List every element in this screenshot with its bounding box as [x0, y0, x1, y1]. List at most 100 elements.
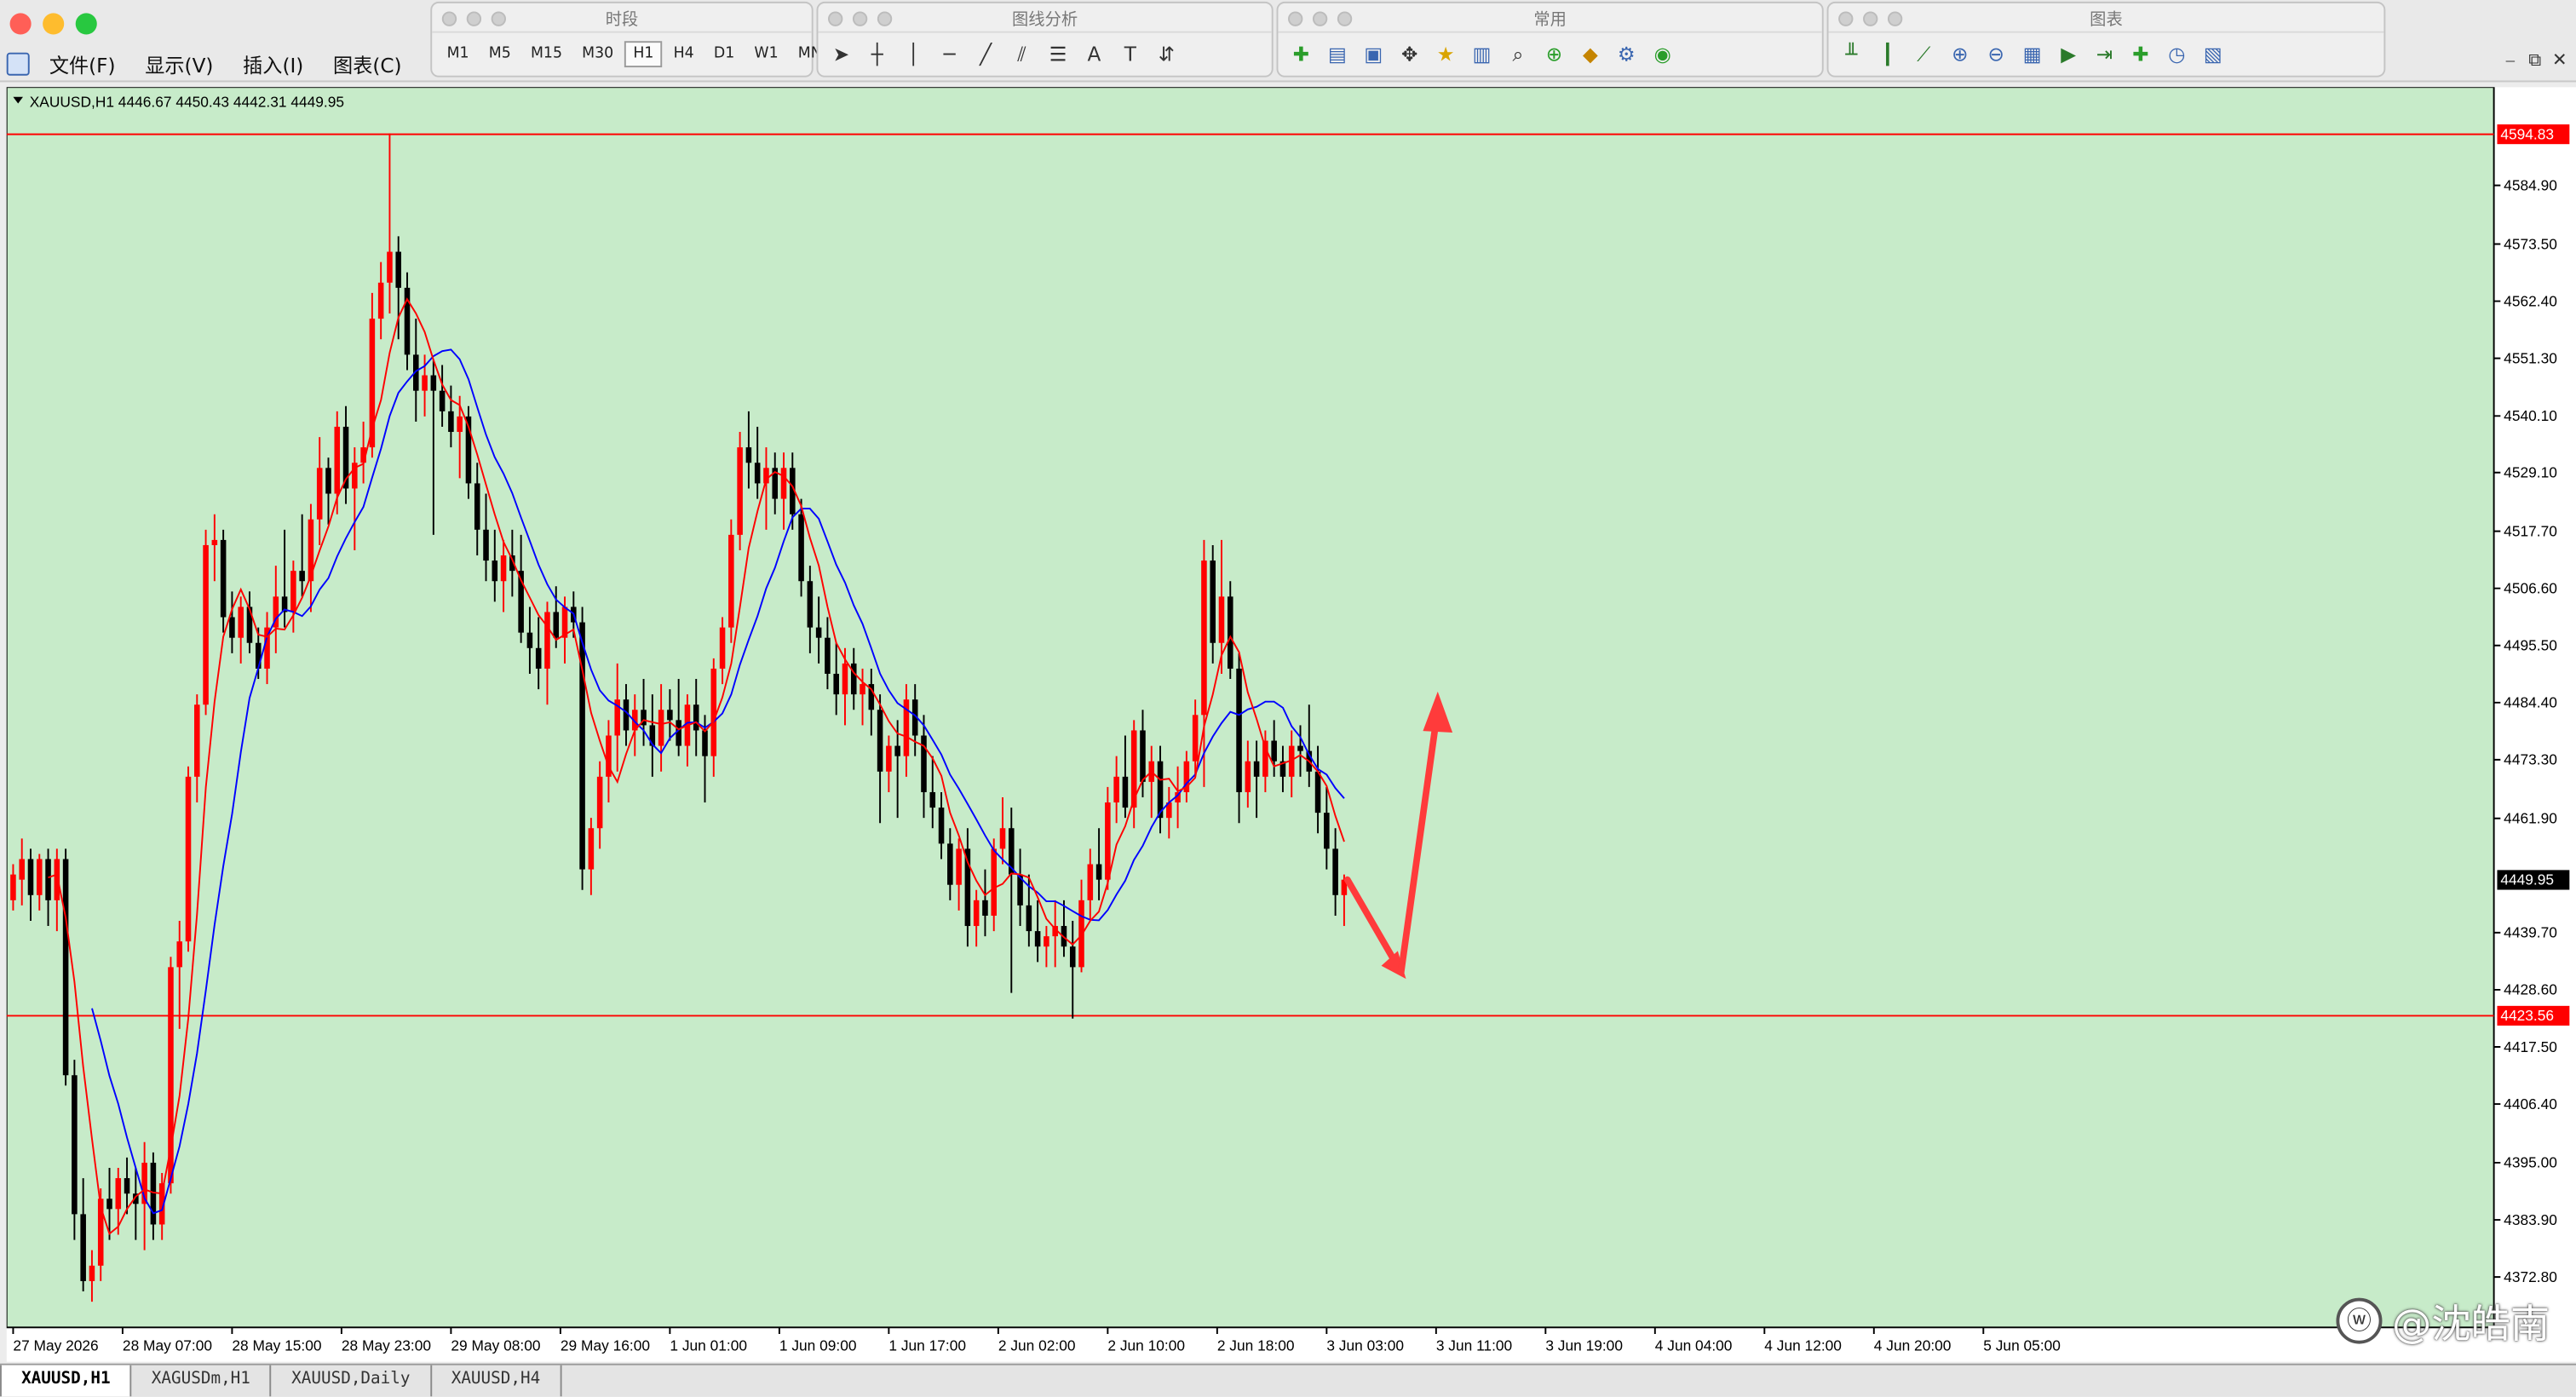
mdi-restore-button[interactable]: ⧉ [2525, 49, 2544, 72]
market-icon[interactable]: ◉ [1646, 37, 1679, 71]
y-tick-label: 4506.60 [2504, 579, 2557, 596]
trendline-icon[interactable]: ╱ [969, 37, 1003, 71]
candle-body [860, 684, 865, 695]
mdi-minimize-button[interactable]: ⎯ [2500, 49, 2520, 72]
text-label-icon[interactable]: T [1114, 37, 1147, 71]
y-tick-label: 4584.90 [2504, 176, 2557, 193]
x-tick-label: 4 Jun 20:00 [1874, 1337, 1952, 1354]
line-chart-icon[interactable]: ⟋ [1907, 37, 1941, 71]
timeframe-m5[interactable]: M5 [480, 41, 519, 67]
y-tick-label: 4428.60 [2504, 981, 2557, 998]
timeframe-m1[interactable]: M1 [439, 41, 477, 67]
minimize-window-dot[interactable] [43, 13, 65, 35]
candle-body [474, 483, 480, 530]
tester-icon[interactable]: ⌕ [1502, 37, 1535, 71]
candle-body [1095, 864, 1102, 880]
horizontal-line-icon[interactable]: ─ [933, 37, 966, 71]
menu-file[interactable]: 文件(F) [35, 50, 130, 78]
menu-insert[interactable]: 插入(I) [228, 50, 319, 78]
x-tick-label: 3 Jun 11:00 [1436, 1337, 1512, 1354]
market-watch-icon[interactable]: ▣ [1357, 37, 1390, 71]
candle-body [72, 1075, 78, 1215]
chart-tab[interactable]: XAGUSDm,H1 [132, 1365, 273, 1397]
tile-windows-icon[interactable]: ▦ [2015, 37, 2049, 71]
favorites-icon[interactable]: ★ [1429, 37, 1463, 71]
zoom-out-icon[interactable]: ⊖ [1980, 37, 2013, 71]
terminal-icon[interactable]: ▥ [1465, 37, 1498, 71]
menu-view[interactable]: 显示(V) [130, 50, 228, 78]
candle-body [780, 468, 787, 499]
crosshair-icon[interactable]: ┼ [861, 37, 894, 71]
candle-body [422, 375, 428, 391]
price-chart[interactable]: XAUUSD,H1 4446.67 4450.43 4442.31 4449.9… [6, 87, 2576, 1362]
timeframe-m15[interactable]: M15 [522, 41, 570, 67]
candle-body [833, 673, 839, 695]
chart-shift-icon[interactable]: ⇥ [2088, 37, 2121, 71]
indicators-icon[interactable]: ✚ [2125, 37, 2158, 71]
close-window-dot[interactable] [9, 13, 32, 35]
timeframe-d1[interactable]: D1 [705, 41, 743, 67]
periods-icon[interactable]: ◷ [2160, 37, 2194, 71]
candle-body [1227, 596, 1233, 669]
candle-body [973, 900, 980, 927]
candle-body [1192, 715, 1199, 762]
autoscroll-icon[interactable]: ▶ [2052, 37, 2085, 71]
candle-body [299, 571, 305, 582]
cursor-icon[interactable]: ➤ [825, 37, 858, 71]
toolbar-title: 图表 [2090, 11, 2123, 30]
candle-body [124, 1178, 130, 1194]
candle-body [255, 642, 262, 669]
candle-body [1122, 776, 1129, 808]
x-tick-label: 2 Jun 02:00 [998, 1337, 1076, 1354]
candle-body [1253, 761, 1260, 777]
candle-body [1044, 936, 1049, 947]
candle-body [89, 1265, 95, 1281]
navigator-icon[interactable]: ✥ [1393, 37, 1426, 71]
autotrading-icon[interactable]: ⚙ [1610, 37, 1643, 71]
candle-body [483, 529, 489, 561]
chart-tab[interactable]: XAUUSD,Daily [272, 1365, 432, 1397]
price-level-label: 4423.56 [2500, 1007, 2554, 1024]
candle-body [500, 555, 507, 582]
candle-body [754, 463, 761, 484]
zoom-in-icon[interactable]: ⊕ [1944, 37, 1977, 71]
candle-body [1271, 740, 1277, 762]
candle-body [1113, 776, 1119, 803]
text-icon[interactable]: A [1078, 37, 1111, 71]
candle-body [377, 282, 384, 319]
chart-tab[interactable]: XAUUSD,H1 [0, 1365, 132, 1397]
arrows-icon[interactable]: ⇵ [1150, 37, 1183, 71]
y-tick-label: 4406.40 [2504, 1095, 2557, 1112]
fibonacci-icon[interactable]: ☰ [1042, 37, 1075, 71]
x-tick-label: 28 May 07:00 [123, 1337, 212, 1354]
timeframe-w1[interactable]: W1 [746, 41, 786, 67]
chart-tab[interactable]: XAUUSD,H4 [432, 1365, 562, 1397]
candle-body [526, 632, 533, 648]
candle-body [439, 390, 446, 411]
x-tick-label: 29 May 16:00 [561, 1337, 650, 1354]
timeframe-m30[interactable]: M30 [574, 41, 622, 67]
templates-icon[interactable]: ▧ [2197, 37, 2230, 71]
mdi-close-button[interactable]: ✕ [2550, 49, 2569, 72]
y-tick-label: 4551.30 [2504, 349, 2557, 366]
candle-body [842, 663, 848, 695]
candlestick-icon[interactable]: ┃ [1872, 37, 1905, 71]
candle-body [492, 561, 498, 582]
new-chart-icon[interactable]: ✚ [1285, 37, 1318, 71]
metaeditor-icon[interactable]: ◆ [1574, 37, 1607, 71]
x-tick-label: 1 Jun 17:00 [888, 1337, 966, 1354]
candle-body [185, 776, 192, 942]
timeframe-h1[interactable]: H1 [624, 41, 663, 68]
vertical-line-icon[interactable]: │ [897, 37, 930, 71]
menu-charts[interactable]: 图表(C) [319, 50, 417, 78]
zoom-window-dot[interactable] [75, 13, 97, 35]
new-order-icon[interactable]: ⊕ [1538, 37, 1571, 71]
candle-body [588, 828, 595, 870]
timeframe-h4[interactable]: H4 [665, 41, 702, 67]
candle-body [1105, 802, 1111, 880]
profiles-icon[interactable]: ▤ [1321, 37, 1354, 71]
x-tick-label: 3 Jun 03:00 [1326, 1337, 1404, 1354]
bar-chart-icon[interactable]: ╨ [1835, 37, 1868, 71]
channel-icon[interactable]: ⫽ [1005, 37, 1038, 71]
candle-body [115, 1178, 122, 1210]
